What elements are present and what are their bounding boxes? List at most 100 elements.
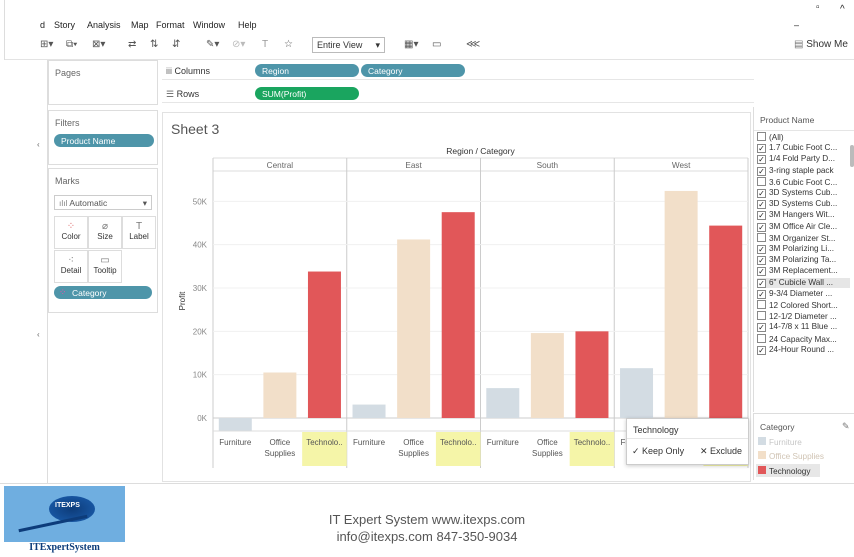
legend-item-furniture[interactable]: Furniture <box>758 437 802 447</box>
checkbox[interactable] <box>757 232 766 242</box>
product-label: 24 Capacity Max... <box>769 334 837 344</box>
checkbox[interactable] <box>757 132 766 141</box>
menu-item-window[interactable]: Window <box>193 20 225 30</box>
product-label: 3M Hangers Wit... <box>769 210 835 220</box>
edit-icon[interactable]: ✎ <box>842 421 850 432</box>
product-item[interactable]: 24 Capacity Max... <box>757 333 837 344</box>
menu-item-map[interactable]: Map <box>131 20 149 30</box>
product-item[interactable]: ✓ 3D Systems Cub... <box>757 199 837 210</box>
size-button[interactable]: ⌀ Size <box>88 216 122 249</box>
show-cards-icon[interactable]: ▦▾ <box>404 39 418 50</box>
duplicate-icon[interactable]: ⧉▾ <box>66 39 77 50</box>
color-button[interactable]: ⁘ Color <box>54 216 88 249</box>
pin-icon[interactable]: ☆ <box>284 39 293 50</box>
collapse-icon[interactable]: ‹ <box>37 140 40 149</box>
product-item[interactable]: ✓ 1/4 Fold Party D... <box>757 154 835 165</box>
filter-pill-product-name[interactable]: Product Name <box>54 134 154 147</box>
sort-descending-icon[interactable]: ⇵ <box>172 39 180 50</box>
bar-chart-icon: ılıl <box>59 198 70 208</box>
menu-item-analysis[interactable]: Analysis <box>87 20 121 30</box>
product-item[interactable]: ✓ 6" Cubicle Wall ... <box>757 277 850 288</box>
columns-icon: iii <box>166 66 175 76</box>
new-worksheet-icon[interactable]: ⊞▾ <box>40 39 53 50</box>
label-button[interactable]: T Label <box>122 216 156 249</box>
checkbox[interactable]: ✓ <box>757 345 766 355</box>
product-item[interactable]: ✓ 3D Systems Cub... <box>757 188 837 198</box>
keep-only-button[interactable]: ✓ Keep Only <box>632 446 684 457</box>
tooltip-button[interactable]: ▭ Tooltip <box>88 250 122 283</box>
product-item[interactable]: ✓ 3M Replacement... <box>757 266 838 277</box>
presentation-icon[interactable]: ▭ <box>432 39 441 50</box>
checkbox[interactable] <box>757 333 766 343</box>
column-pill-region[interactable]: Region <box>255 64 359 77</box>
checkbox[interactable]: ✓ <box>757 289 766 299</box>
menu-item-format[interactable]: Format <box>156 20 185 30</box>
menu-item-story[interactable]: Story <box>54 20 75 30</box>
mark-type-select[interactable]: ılıl Automatic ▾ <box>54 195 152 210</box>
chevron-up-icon[interactable]: ^ <box>840 4 845 15</box>
x-tick-label: Technolo.. <box>440 438 476 447</box>
swap-icon[interactable]: ⇄ <box>128 39 136 50</box>
checkbox[interactable] <box>757 300 766 309</box>
checkbox[interactable]: ✓ <box>757 245 766 254</box>
menu-item-help[interactable]: Help <box>238 20 257 30</box>
checkbox[interactable] <box>757 311 766 321</box>
fit-select[interactable]: Entire View ▾ <box>312 37 385 53</box>
x-tick-label: Technolo.. <box>306 438 342 447</box>
product-item[interactable]: 12 Colored Short... <box>757 300 838 310</box>
product-item[interactable]: (All) <box>757 132 784 142</box>
column-pill-category[interactable]: Category <box>361 64 465 77</box>
product-item[interactable]: 3M Organizer St... <box>757 232 835 243</box>
checkbox[interactable]: ✓ <box>757 278 766 288</box>
show-me-button[interactable]: ▤ Show Me <box>794 39 848 50</box>
product-item[interactable]: ✓ 3-ring staple pack <box>757 166 834 176</box>
legend-item-technology[interactable]: Technology <box>756 464 820 477</box>
scrollbar-thumb[interactable] <box>850 145 854 167</box>
checkbox[interactable]: ✓ <box>757 166 766 176</box>
size-icon: ⌀ <box>101 221 109 232</box>
product-item[interactable]: ✓ 14-7/8 x 11 Blue ... <box>757 322 838 333</box>
label-icon[interactable]: T <box>262 39 268 50</box>
checkbox[interactable]: ✓ <box>757 200 766 210</box>
checkbox[interactable]: ✓ <box>757 211 766 221</box>
x-tick-label: Furniture <box>353 438 386 447</box>
minimize-icon[interactable]: – <box>794 20 799 30</box>
product-item[interactable]: ✓ 9-3/4 Diameter ... <box>757 289 832 299</box>
highlight-icon[interactable]: ✎▾ <box>206 39 219 50</box>
clear-sheet-icon[interactable]: ⊠▾ <box>92 39 105 50</box>
product-item[interactable]: ✓ 3M Hangers Wit... <box>757 210 835 221</box>
checkbox[interactable]: ✓ <box>757 155 766 165</box>
product-label: 14-7/8 x 11 Blue ... <box>769 322 838 332</box>
sort-ascending-icon[interactable]: ⇅ <box>150 39 158 50</box>
marks-card: Marks ılıl Automatic ▾ ⁘ Color ⌀ Size T Labe… <box>48 168 158 313</box>
x-tick-label: Office <box>403 438 424 447</box>
restore-icon[interactable]: ▫ <box>816 2 820 13</box>
checkbox[interactable]: ✓ <box>757 267 766 277</box>
marks-pill-category[interactable]: ⁘ Category <box>54 286 152 299</box>
checkbox[interactable]: ✓ <box>757 144 766 154</box>
collapse-icon-2[interactable]: ‹ <box>37 330 40 339</box>
checkbox[interactable]: ✓ <box>757 189 766 198</box>
checkbox[interactable] <box>757 176 766 186</box>
detail-button[interactable]: ⁖ Detail <box>54 250 88 283</box>
share-icon[interactable]: ⋘ <box>466 39 480 50</box>
pages-card: Pages <box>48 60 158 105</box>
bar-east-0 <box>352 404 386 418</box>
row-pill-sum-profit[interactable]: SUM(Profit) <box>255 87 359 100</box>
menu-item-d[interactable]: d <box>40 20 45 30</box>
checkbox[interactable]: ✓ <box>757 256 766 266</box>
product-item[interactable]: ✓ 3M Polarizing Ta... <box>757 255 836 266</box>
group-icon[interactable]: ⊘▾ <box>232 39 245 50</box>
product-item[interactable]: 3.6 Cubic Foot C... <box>757 176 837 187</box>
checkbox[interactable]: ✓ <box>757 323 766 333</box>
product-item[interactable]: ✓ 3M Office Air Cle... <box>757 222 837 232</box>
product-item[interactable]: ✓ 3M Polarizing Li... <box>757 244 834 254</box>
legend-item-office-supplies[interactable]: Office Supplies <box>758 451 824 461</box>
exclude-button[interactable]: ✕ Exclude <box>700 446 742 457</box>
product-label: 1/4 Fold Party D... <box>769 154 835 164</box>
product-item[interactable]: ✓ 1.7 Cubic Foot C... <box>757 143 837 154</box>
checkbox[interactable]: ✓ <box>757 222 766 232</box>
product-item[interactable]: ✓ 24-Hour Round ... <box>757 345 834 355</box>
y-tick-label: 40K <box>193 241 208 250</box>
product-item[interactable]: 12-1/2 Diameter ... <box>757 311 837 321</box>
